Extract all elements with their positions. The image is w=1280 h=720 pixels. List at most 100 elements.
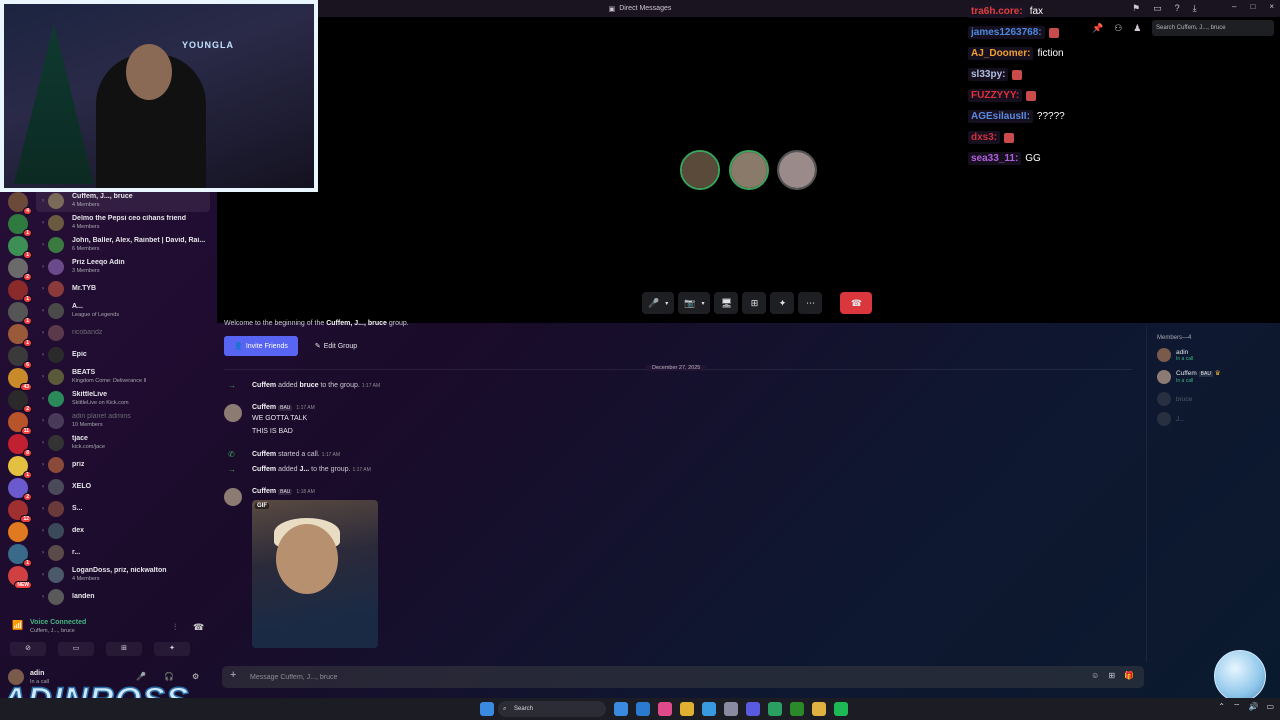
more-options-button[interactable]: ⋯ (798, 292, 823, 314)
server-icon[interactable]: 1 (8, 324, 32, 347)
dm-item[interactable]: › S... (36, 498, 216, 520)
dm-item[interactable]: › BEATS Kingdom Come: Deliverance II (36, 366, 216, 388)
help-icon[interactable]: ? (1175, 3, 1180, 14)
mute-icon[interactable]: 🎤 (136, 672, 146, 681)
dm-item[interactable]: › Epic (36, 344, 216, 366)
disconnect-icon[interactable]: ☎ (193, 622, 204, 633)
settings-gear-icon[interactable]: ⚙ (192, 672, 199, 681)
screen-share-toggle-button[interactable]: ▭ (58, 642, 94, 656)
download-icon[interactable]: ⤓ (1193, 3, 1197, 14)
dm-item[interactable]: › SkittleLive SkittleLive on Kick.com (36, 388, 216, 410)
screen-icon[interactable]: ▭ (1153, 3, 1162, 14)
server-icon[interactable]: 1 (8, 236, 32, 259)
server-icon[interactable]: 2 (8, 390, 32, 413)
taskbar-app-icon[interactable] (636, 702, 650, 716)
server-icon[interactable]: 1 (8, 544, 32, 567)
taskbar-app-icon[interactable] (768, 702, 782, 716)
taskbar-app-icon[interactable] (724, 702, 738, 716)
dm-item[interactable]: › tjace kick.com/jace (36, 432, 216, 454)
server-icon[interactable] (8, 522, 28, 542)
noise-suppression-icon[interactable]: ⫶ (174, 622, 176, 633)
participant-avatar[interactable] (777, 150, 817, 190)
chevron-up-icon[interactable]: ⌃ (1218, 702, 1225, 712)
taskbar-search[interactable]: ⌕ Search (498, 701, 606, 717)
dm-item[interactable]: › John, Baller, Alex, Rainbet | David, Ra… (36, 234, 216, 256)
taskbar-app-icon[interactable] (834, 702, 848, 716)
taskbar-app-icon[interactable] (614, 702, 628, 716)
server-icon[interactable]: 12 (8, 500, 32, 523)
dm-item[interactable]: › adin planet admins 10 Members (36, 410, 216, 432)
microphone-button[interactable]: 🎤 ▾ (642, 292, 675, 314)
server-icon[interactable]: NEW (8, 566, 32, 589)
dm-item[interactable]: › ricobandz (36, 322, 216, 344)
dm-item[interactable]: › Delmo the Pepsi ceo cihans friend 4 Memb… (36, 212, 216, 234)
server-icon[interactable]: 6 (8, 346, 32, 369)
taskbar-app-icon[interactable] (746, 702, 760, 716)
add-attachment-icon[interactable]: + (230, 669, 236, 681)
server-icon[interactable]: 8 (8, 434, 32, 457)
server-icon[interactable]: 2 (8, 258, 32, 281)
dm-item[interactable]: › Priz Leeqo Adin 3 Members (36, 256, 216, 278)
avatar[interactable] (224, 488, 242, 506)
server-icon[interactable]: 4 (8, 192, 32, 215)
dm-item[interactable]: › XELO (36, 476, 216, 498)
participant-avatar[interactable] (729, 150, 769, 190)
gif-attachment[interactable]: GIF (252, 500, 378, 648)
camera-toggle-button[interactable]: ⊘ (10, 642, 46, 656)
gift-icon[interactable]: 🎁 (1124, 671, 1134, 680)
emoji-icon[interactable]: ☺ (1091, 671, 1099, 680)
server-icon[interactable]: 11 (8, 412, 32, 435)
soundboard-toggle-button[interactable]: ✦ (154, 642, 190, 656)
edit-group-button[interactable]: ✎ Edit Group (306, 336, 366, 356)
invite-friends-button[interactable]: 👤 Invite Friends (224, 336, 298, 356)
dm-item[interactable]: › dex (36, 520, 216, 542)
dm-item[interactable]: › A... League of Legends (36, 300, 216, 322)
server-icon[interactable]: 1 (8, 214, 32, 237)
soundboard-button[interactable]: ✦ (770, 292, 795, 314)
screen-share-button[interactable]: 🖥 (714, 292, 739, 314)
participant-avatar[interactable] (680, 150, 720, 190)
taskbar-app-icon[interactable] (658, 702, 672, 716)
maximize-button[interactable]: □ (1250, 2, 1255, 11)
activity-button[interactable]: ⊞ (106, 642, 142, 656)
voice-channel[interactable]: Cuffem, J..., bruce (30, 628, 75, 634)
activities-button[interactable]: ⊞ (742, 292, 767, 314)
member-item[interactable]: bruce (1157, 392, 1192, 406)
network-icon[interactable]: ⌔ (1233, 702, 1241, 712)
chat-message: ????? (1036, 111, 1065, 122)
end-call-button[interactable]: ☎ (840, 292, 873, 314)
message-input[interactable] (250, 669, 1030, 685)
dm-item[interactable]: › landen (36, 586, 216, 608)
server-icon[interactable]: 1 (8, 280, 32, 303)
camera-button[interactable]: 📷 ▾ (678, 292, 711, 314)
apps-icon[interactable]: ⊞ (1108, 671, 1115, 680)
pin-icon[interactable]: 📌 (1092, 23, 1103, 34)
minimize-button[interactable]: – (1232, 2, 1236, 11)
taskbar-app-icon[interactable] (812, 702, 826, 716)
start-icon[interactable] (480, 702, 494, 716)
member-item[interactable]: Cuffem BAU ♛ In a call (1157, 370, 1221, 384)
server-icon[interactable]: 1 (8, 302, 32, 325)
headphones-icon[interactable]: 🎧 (164, 672, 174, 681)
add-member-icon[interactable]: ⚇ (1114, 23, 1122, 34)
volume-icon[interactable]: 🔊 (1248, 702, 1258, 712)
dm-item[interactable]: › r... (36, 542, 216, 564)
server-icon[interactable]: 43 (8, 368, 32, 391)
taskbar-app-icon[interactable] (702, 702, 716, 716)
close-button[interactable]: × (1269, 2, 1274, 11)
dm-item[interactable]: › priz (36, 454, 216, 476)
dm-item[interactable]: › Mr.TYB (36, 278, 216, 300)
member-item[interactable]: J... (1157, 412, 1185, 426)
taskbar-app-icon[interactable] (790, 702, 804, 716)
server-icon[interactable]: 1 (8, 456, 32, 479)
server-icon[interactable]: 2 (8, 478, 32, 501)
battery-icon[interactable]: ▭ (1266, 702, 1274, 712)
members-icon[interactable]: ♟ (1133, 23, 1141, 34)
avatar[interactable] (224, 404, 242, 422)
flag-icon[interactable]: ⚑ (1132, 3, 1140, 14)
dm-item[interactable]: › LoganDoss, priz, nickwalton 4 Members (36, 564, 216, 586)
taskbar-app-icon[interactable] (680, 702, 694, 716)
dm-item[interactable]: › Cuffem, J..., bruce 4 Members (36, 190, 210, 212)
member-item[interactable]: adin In a call (1157, 348, 1193, 362)
header-search-input[interactable]: Search Cuffem, J..., bruce (1152, 20, 1274, 36)
